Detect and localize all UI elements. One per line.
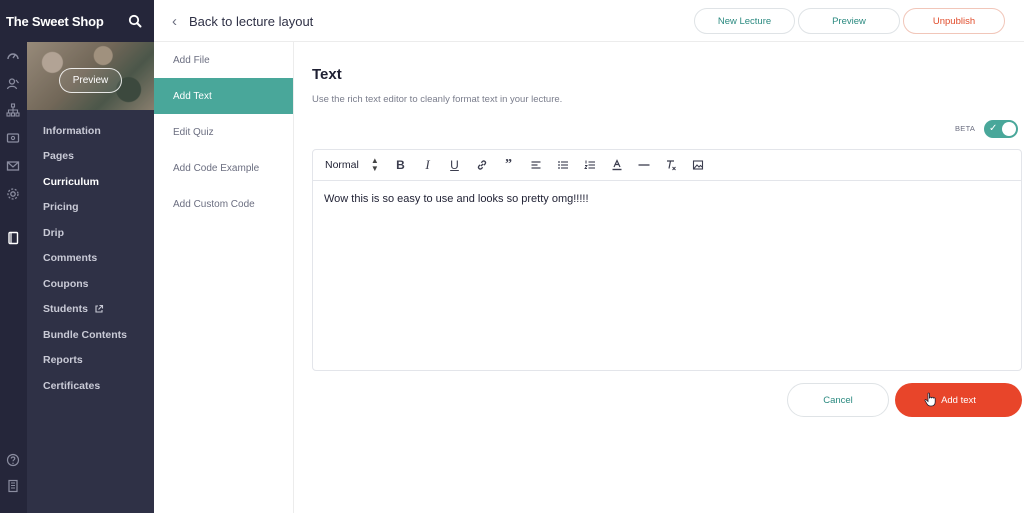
preview-button[interactable]: Preview (798, 8, 900, 34)
hand-cursor-icon (924, 392, 936, 407)
sitemap-icon[interactable] (3, 100, 23, 120)
page-description: Use the rich text editor to cleanly form… (312, 94, 563, 105)
chevron-left-icon: ‹ (172, 12, 177, 30)
new-lecture-button[interactable]: New Lecture (694, 8, 795, 34)
beta-toggle[interactable]: ✓ (984, 120, 1018, 138)
italic-icon[interactable]: I (414, 155, 441, 175)
bold-icon[interactable]: B (387, 155, 414, 175)
lecture-content-menu: Add File Add Text Edit Quiz Add Code Exa… (154, 42, 294, 513)
nav-item-certificates[interactable]: Certificates (27, 373, 154, 399)
external-link-icon (95, 305, 103, 313)
text-color-icon[interactable] (603, 155, 630, 175)
page-title: Text (312, 66, 342, 83)
search-icon[interactable] (128, 14, 142, 28)
school-name[interactable]: The Sweet Shop (6, 14, 104, 29)
align-left-icon[interactable] (522, 155, 549, 175)
checkmark-icon: ✓ (989, 123, 998, 134)
blockquote-icon[interactable]: ” (495, 155, 522, 175)
cancel-button[interactable]: Cancel (787, 383, 889, 417)
school-header: The Sweet Shop (0, 0, 154, 42)
nav-item-reports[interactable]: Reports (27, 348, 154, 374)
menu-add-custom-code[interactable]: Add Custom Code (154, 186, 293, 222)
updown-arrows-icon: ▲ ▼ (370, 156, 379, 173)
editor-toolbar: Normal ▲ ▼ B I U ” (313, 150, 1021, 181)
link-icon[interactable] (468, 155, 495, 175)
nav-item-students-label: Students (43, 303, 88, 316)
nav-item-comments[interactable]: Comments (27, 246, 154, 272)
nav-item-bundle-contents[interactable]: Bundle Contents (27, 322, 154, 348)
unpublish-button[interactable]: Unpublish (903, 8, 1005, 34)
back-label: Back to lecture layout (189, 13, 314, 29)
menu-add-text[interactable]: Add Text (154, 78, 293, 114)
users-icon[interactable] (3, 74, 23, 94)
horizontal-rule-icon[interactable] (630, 155, 657, 175)
numbered-list-icon[interactable] (576, 155, 603, 175)
thumbnail-preview-button[interactable]: Preview (59, 68, 122, 93)
nav-item-pricing[interactable]: Pricing (27, 195, 154, 221)
add-text-button[interactable]: Add text (895, 383, 1022, 417)
courses-book-icon[interactable] (3, 228, 23, 248)
course-thumbnail: Preview (27, 42, 154, 110)
back-to-lecture-link[interactable]: ‹ Back to lecture layout (172, 0, 313, 42)
menu-edit-quiz[interactable]: Edit Quiz (154, 114, 293, 150)
top-bar: ‹ Back to lecture layout New Lecture Pre… (154, 0, 1024, 42)
clear-format-icon[interactable] (657, 155, 684, 175)
menu-add-code-example[interactable]: Add Code Example (154, 150, 293, 186)
bullet-list-icon[interactable] (549, 155, 576, 175)
dashboard-icon[interactable] (3, 46, 23, 66)
image-icon[interactable] (684, 155, 711, 175)
icon-rail (0, 42, 27, 513)
nav-item-students[interactable]: Students (27, 297, 154, 323)
toggle-knob (1002, 122, 1016, 136)
editor-content[interactable]: Wow this is so easy to use and looks so … (313, 181, 1021, 217)
nav-item-curriculum[interactable]: Curriculum (27, 169, 154, 195)
rich-text-editor: Normal ▲ ▼ B I U ” Wow this is so easy t… (312, 149, 1022, 371)
menu-add-file[interactable]: Add File (154, 42, 293, 78)
nav-item-pages[interactable]: Pages (27, 144, 154, 170)
nav-item-information[interactable]: Information (27, 118, 154, 144)
settings-gear-icon[interactable] (3, 184, 23, 204)
help-icon[interactable] (3, 450, 23, 470)
school-building-icon[interactable] (3, 476, 23, 496)
course-nav: Information Pages Curriculum Pricing Dri… (27, 118, 154, 399)
nav-item-coupons[interactable]: Coupons (27, 271, 154, 297)
format-select[interactable]: Normal ▲ ▼ (325, 157, 387, 173)
format-select-value: Normal (325, 159, 359, 171)
beta-label: BETA (955, 124, 976, 133)
admin-sidebar: The Sweet Shop Preview Information Pages… (0, 0, 154, 513)
sales-icon[interactable] (3, 128, 23, 148)
underline-icon[interactable]: U (441, 155, 468, 175)
mail-icon[interactable] (3, 156, 23, 176)
nav-item-drip[interactable]: Drip (27, 220, 154, 246)
